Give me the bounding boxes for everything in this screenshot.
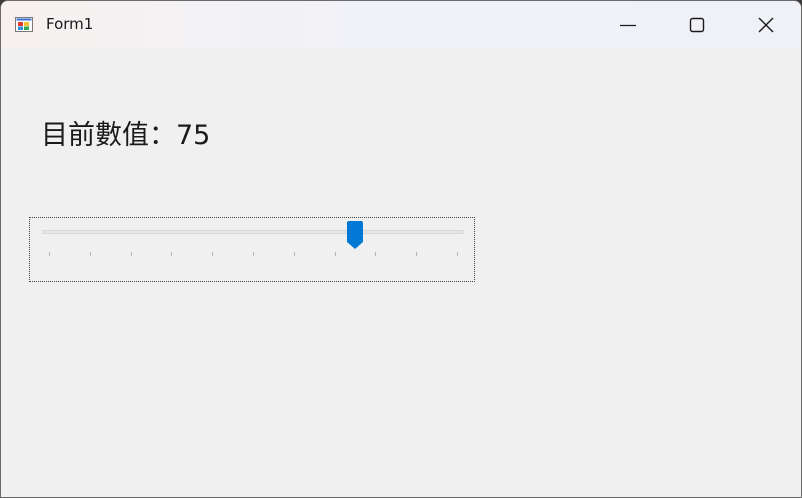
maximize-icon — [689, 17, 705, 33]
close-button[interactable] — [731, 1, 801, 48]
trackbar[interactable] — [29, 217, 475, 282]
app-icon — [15, 17, 33, 32]
title-bar[interactable]: Form1 — [1, 1, 801, 48]
trackbar-tick — [375, 252, 376, 256]
minimize-icon — [620, 24, 636, 27]
form-client-area: 目前數值：75 — [1, 48, 801, 497]
form1-window: Form1 目前數值：75 — [0, 0, 802, 498]
close-icon — [758, 17, 774, 33]
trackbar-tick — [416, 252, 417, 256]
trackbar-tick — [131, 252, 132, 256]
window-title: Form1 — [46, 15, 94, 33]
trackbar-tick — [171, 252, 172, 256]
trackbar-tick — [90, 252, 91, 256]
trackbar-tick — [212, 252, 213, 256]
trackbar-tick — [335, 252, 336, 256]
trackbar-tick — [457, 252, 458, 256]
trackbar-track[interactable] — [42, 230, 464, 234]
trackbar-thumb[interactable] — [347, 221, 363, 249]
maximize-button[interactable] — [662, 1, 732, 48]
trackbar-tick — [49, 252, 50, 256]
minimize-button[interactable] — [593, 1, 663, 48]
current-value-label: 目前數值：75 — [41, 120, 211, 151]
trackbar-tick — [253, 252, 254, 256]
trackbar-tick — [294, 252, 295, 256]
